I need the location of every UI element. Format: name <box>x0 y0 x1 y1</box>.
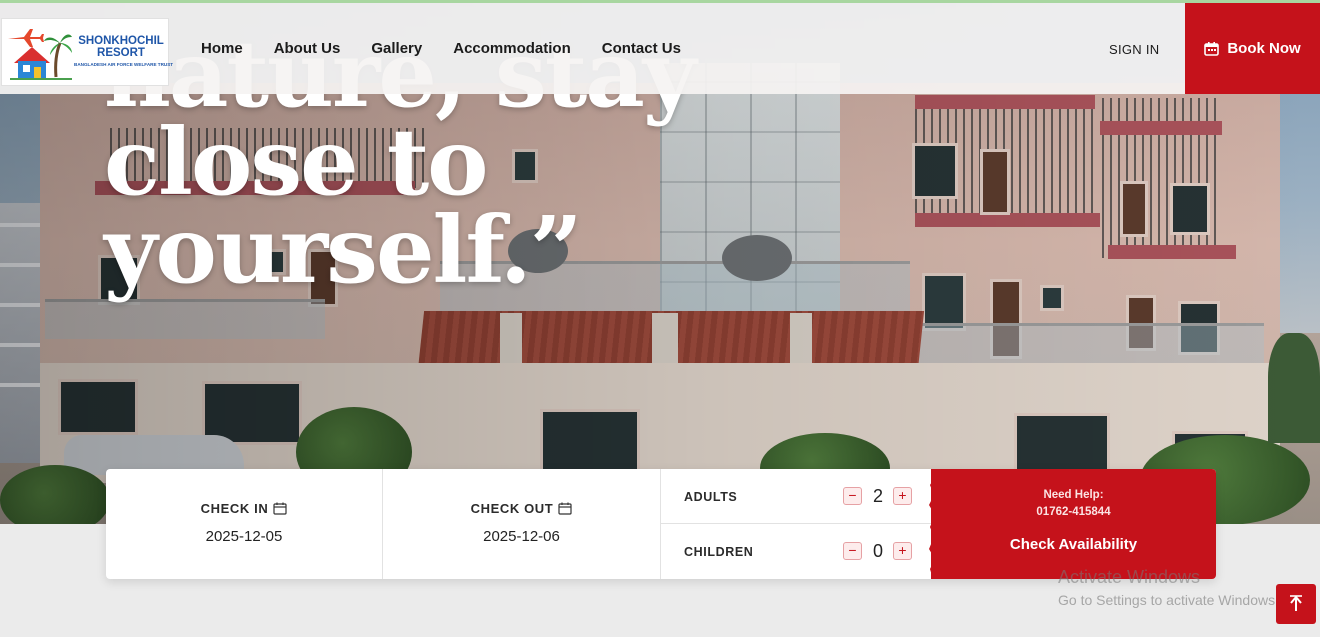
check-availability-button[interactable]: Check Availability <box>1010 536 1137 553</box>
adults-count: 2 <box>872 486 883 506</box>
guests-selector: ADULTS − 2 + CHILDREN − 0 + <box>661 469 931 579</box>
check-in-label: CHECK IN <box>200 501 269 516</box>
nav-accommodation[interactable]: Accommodation <box>453 40 571 57</box>
calendar-icon <box>273 502 287 515</box>
need-help-label: Need Help: <box>1043 489 1104 501</box>
calendar-icon <box>1204 41 1220 56</box>
site-logo[interactable]: SHONKHOCHIL RESORT BANGLADESH AIR FORCE … <box>1 18 174 86</box>
sign-in-link[interactable]: SIGN IN <box>1109 42 1160 57</box>
main-nav: Home About Us Gallery Accommodation Cont… <box>201 40 681 57</box>
scroll-to-top-button[interactable] <box>1276 584 1316 624</box>
availability-panel: Need Help: 01762-415844 Check Availabili… <box>929 469 1216 579</box>
logo-title-line-1: SHONKHOCHIL <box>78 35 164 47</box>
logo-subtitle: BANGLADESH AIR FORCE WELFARE TRUST <box>74 62 174 67</box>
activate-windows-subtitle: Go to Settings to activate Windows. <box>1058 592 1279 608</box>
children-increment-button[interactable]: + <box>893 542 912 560</box>
nav-about-us[interactable]: About Us <box>274 40 341 57</box>
book-now-label: Book Now <box>1227 40 1301 57</box>
adults-decrement-button[interactable]: − <box>843 487 862 505</box>
calendar-icon <box>558 502 572 515</box>
children-label: CHILDREN <box>684 545 754 559</box>
check-out-label: CHECK OUT <box>470 501 554 516</box>
arrow-up-icon <box>1290 595 1302 611</box>
check-out-label-row: CHECK OUT <box>383 501 660 516</box>
book-now-button[interactable]: Book Now <box>1185 3 1320 94</box>
children-count: 0 <box>872 541 883 561</box>
check-in-field[interactable]: CHECK IN 2025-12-05 <box>106 469 383 579</box>
adults-row: ADULTS − 2 + <box>661 469 931 524</box>
check-out-field[interactable]: CHECK OUT 2025-12-06 <box>383 469 661 579</box>
children-row: CHILDREN − 0 + <box>661 524 931 579</box>
adults-label: ADULTS <box>684 490 738 504</box>
logo-title: SHONKHOCHIL RESORT <box>74 35 168 59</box>
check-out-value: 2025-12-06 <box>483 528 560 545</box>
booking-bar: CHECK IN 2025-12-05 CHECK OUT 2025-12-06… <box>106 469 1216 579</box>
children-decrement-button[interactable]: − <box>843 542 862 560</box>
nav-contact-us[interactable]: Contact Us <box>602 40 681 57</box>
logo-title-line-2: RESORT <box>97 47 145 59</box>
hero-quote-line-2: close to <box>104 108 489 216</box>
resort-logo-icon <box>8 29 72 80</box>
nav-home[interactable]: Home <box>201 40 243 57</box>
activate-windows-title: Activate Windows <box>1058 567 1201 587</box>
help-phone-number[interactable]: 01762-415844 <box>931 506 1216 518</box>
hero-quote-line-3: yourself.” <box>104 196 583 304</box>
adults-increment-button[interactable]: + <box>893 487 912 505</box>
check-in-label-row: CHECK IN <box>106 501 382 516</box>
torn-edge-decoration <box>929 469 937 579</box>
site-header: SHONKHOCHIL RESORT BANGLADESH AIR FORCE … <box>0 3 1320 94</box>
check-in-value: 2025-12-05 <box>205 528 283 545</box>
nav-gallery[interactable]: Gallery <box>371 40 422 57</box>
